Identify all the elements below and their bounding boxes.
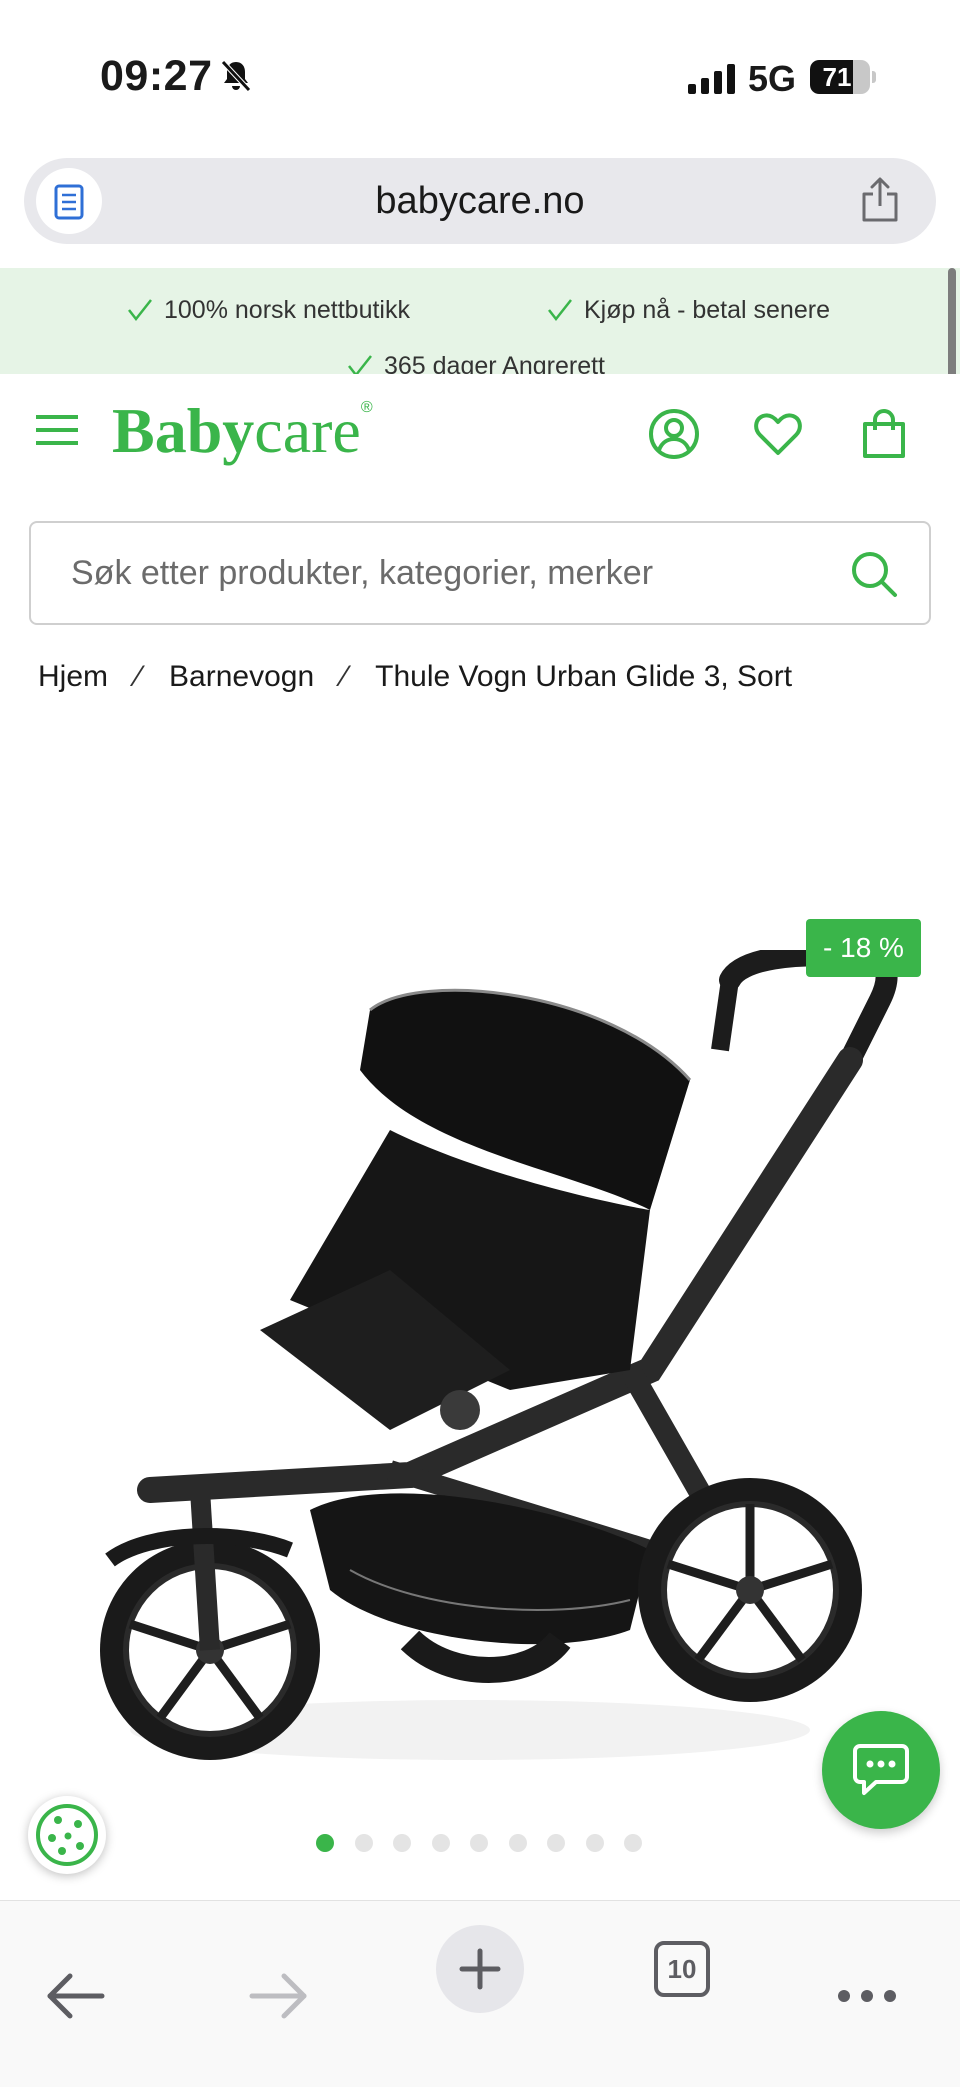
gallery-dot[interactable]: [508, 1834, 527, 1852]
usp-banner: 100% norsk nettbutikk Kjøp nå - betal se…: [0, 268, 960, 380]
browser-toolbar: 10: [0, 1900, 960, 2087]
search-icon[interactable]: [849, 549, 899, 599]
new-tab-button[interactable]: [436, 1925, 524, 2013]
gallery-pagination: [316, 1834, 663, 1854]
status-time: 09:27: [100, 52, 213, 100]
site-header: Babycare®: [0, 374, 960, 494]
usp-item: 100% norsk nettbutikk: [126, 296, 410, 325]
menu-icon[interactable]: [34, 412, 80, 448]
gallery-dot[interactable]: [354, 1834, 373, 1852]
tabs-button[interactable]: 10: [654, 1941, 710, 1997]
share-icon[interactable]: [858, 176, 902, 224]
battery-indicator: 71: [810, 60, 876, 94]
search-box: [29, 521, 931, 625]
chat-icon: [853, 1744, 909, 1795]
bell-slash-icon: [221, 60, 251, 92]
breadcrumb-separator: ⁄: [136, 660, 142, 693]
gallery-dot[interactable]: [470, 1834, 488, 1852]
gallery-dot[interactable]: [585, 1834, 604, 1852]
breadcrumb-current: Thule Vogn Urban Glide 3, Sort: [375, 660, 793, 693]
more-icon[interactable]: [822, 1951, 912, 2041]
heart-icon[interactable]: [752, 408, 804, 460]
gallery-dot[interactable]: [393, 1834, 411, 1852]
product-image[interactable]: [90, 950, 910, 1780]
breadcrumb-separator: ⁄: [342, 660, 348, 693]
chat-button[interactable]: [822, 1711, 940, 1829]
status-bar: 09:27 5G 71: [0, 0, 960, 150]
signal-icon: [688, 64, 735, 94]
logo[interactable]: Babycare®: [112, 398, 373, 463]
gallery-dot[interactable]: [547, 1834, 565, 1852]
gallery-dot[interactable]: [624, 1834, 642, 1852]
url-text[interactable]: babycare.no: [24, 180, 936, 223]
battery-level: 71: [822, 62, 852, 92]
address-bar[interactable]: babycare.no: [24, 158, 936, 244]
breadcrumb-category[interactable]: Barnevogn: [169, 660, 314, 693]
account-icon[interactable]: [648, 408, 700, 460]
plus-icon: [459, 1948, 501, 1990]
cookie-settings-button[interactable]: [28, 1796, 106, 1874]
search-input[interactable]: [71, 523, 831, 623]
cookie-icon: [36, 1804, 98, 1866]
gallery-dot[interactable]: [431, 1834, 450, 1852]
bag-icon[interactable]: [858, 408, 910, 460]
breadcrumb-home[interactable]: Hjem: [38, 660, 108, 693]
check-icon: [548, 299, 572, 322]
back-icon[interactable]: [30, 1951, 120, 2041]
network-label: 5G: [748, 58, 797, 99]
gallery-dot[interactable]: [316, 1834, 334, 1852]
breadcrumb: Hjem ⁄ Barnevogn ⁄ Thule Vogn Urban Glide 3,…: [38, 660, 792, 694]
usp-item: Kjøp nå - betal senere: [546, 296, 830, 325]
forward-icon[interactable]: [234, 1951, 324, 2041]
check-icon: [128, 299, 152, 322]
discount-badge: - 18 %: [806, 919, 921, 977]
